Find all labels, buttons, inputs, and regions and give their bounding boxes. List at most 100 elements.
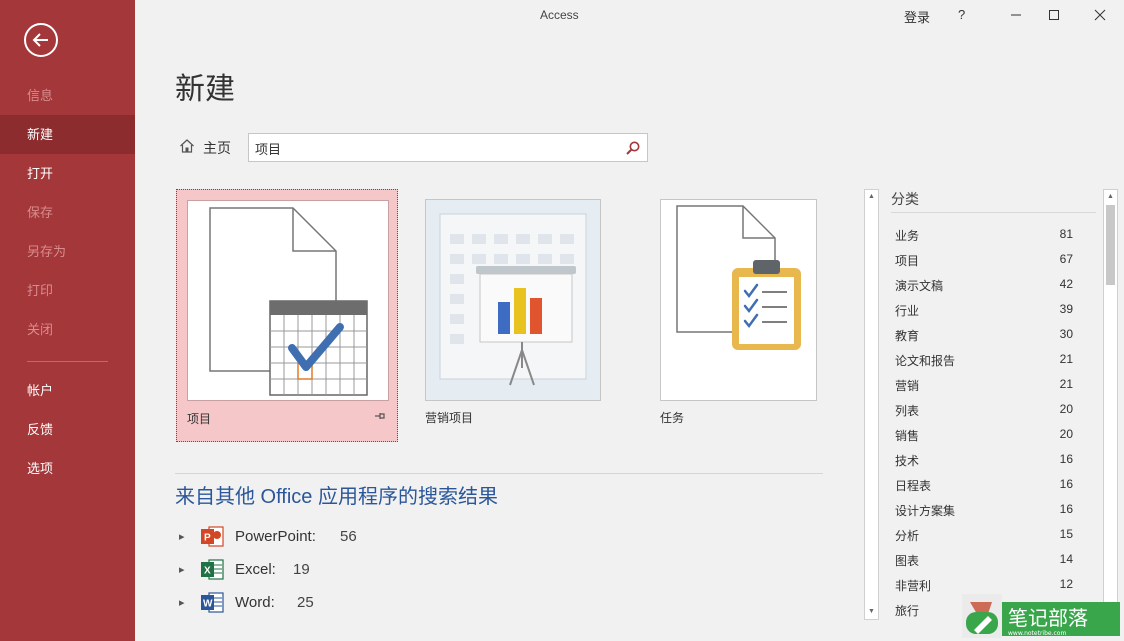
result-count: 25 xyxy=(297,594,314,611)
nav-close[interactable]: 关闭 xyxy=(0,310,135,349)
chevron-right-icon[interactable]: ▸ xyxy=(179,530,185,543)
category-count: 21 xyxy=(1059,352,1073,366)
nav-account[interactable]: 帐户 xyxy=(0,371,135,410)
calendar-document-icon xyxy=(209,207,368,396)
category-name: 日程表 xyxy=(895,479,932,493)
category-count: 16 xyxy=(1059,452,1073,466)
section-divider xyxy=(175,473,823,474)
category-item[interactable]: 图表 14 xyxy=(895,550,1073,570)
template-label: 任务 xyxy=(660,411,685,425)
nav-open[interactable]: 打开 xyxy=(0,154,135,193)
category-item[interactable]: 教育 30 xyxy=(895,325,1073,345)
clipboard-document-icon xyxy=(676,205,801,350)
minimize-icon xyxy=(1011,14,1021,16)
category-count: 16 xyxy=(1059,477,1073,491)
nav-options[interactable]: 选项 xyxy=(0,449,135,488)
svg-text:P: P xyxy=(204,533,211,544)
category-name: 营销 xyxy=(895,379,920,393)
category-count: 15 xyxy=(1059,527,1073,541)
window-title: Access xyxy=(540,8,579,22)
nav-new[interactable]: 新建 xyxy=(0,115,135,154)
scroll-down-arrow[interactable]: ▼ xyxy=(868,608,875,616)
category-item[interactable]: 技术 16 xyxy=(895,450,1073,470)
template-label: 项目 xyxy=(187,412,212,426)
nav-save[interactable]: 保存 xyxy=(0,193,135,232)
template-label: 营销项目 xyxy=(425,411,474,425)
other-apps-heading: 来自其他 Office 应用程序的搜索结果 xyxy=(175,486,498,508)
category-item[interactable]: 演示文稿 42 xyxy=(895,275,1073,295)
chevron-right-icon[interactable]: ▸ xyxy=(179,596,185,609)
category-name: 业务 xyxy=(895,229,920,243)
category-scrollbar[interactable]: ▲ xyxy=(1103,189,1118,620)
content-scrollbar[interactable]: ▲ ▼ xyxy=(864,189,879,620)
template-tile-marketing-project[interactable]: 营销项目 xyxy=(425,199,601,425)
category-divider xyxy=(891,212,1096,213)
scrollbar-thumb[interactable] xyxy=(1106,205,1115,285)
nav-info[interactable]: 信息 xyxy=(0,76,135,115)
category-count: 20 xyxy=(1059,402,1073,416)
result-powerpoint[interactable]: ▸ P PowerPoint: 56 xyxy=(175,524,395,550)
minimize-button[interactable] xyxy=(1004,4,1028,26)
template-thumbnail xyxy=(425,199,601,401)
close-button[interactable] xyxy=(1088,4,1112,26)
arrow-left-icon xyxy=(32,33,48,47)
category-item[interactable]: 项目 67 xyxy=(895,250,1073,270)
nav-print[interactable]: 打印 xyxy=(0,271,135,310)
result-count: 56 xyxy=(340,528,357,545)
category-count: 14 xyxy=(1059,552,1073,566)
word-icon: W xyxy=(201,592,224,613)
maximize-button[interactable] xyxy=(1042,4,1066,26)
powerpoint-icon: P xyxy=(201,526,224,547)
category-count: 21 xyxy=(1059,377,1073,391)
result-excel[interactable]: ▸ X Excel: 19 xyxy=(175,557,395,583)
result-word[interactable]: ▸ W Word: 25 xyxy=(175,590,395,616)
category-name: 旅行 xyxy=(895,604,920,618)
category-count: 39 xyxy=(1059,302,1073,316)
template-search-input[interactable] xyxy=(255,138,615,158)
category-name: 非营利 xyxy=(895,579,932,593)
category-name: 项目 xyxy=(895,254,920,268)
category-item[interactable]: 销售 20 xyxy=(895,425,1073,445)
svg-text:X: X xyxy=(204,566,211,577)
scroll-up-arrow[interactable]: ▲ xyxy=(1107,193,1114,201)
category-name: 技术 xyxy=(895,454,920,468)
nav-feedback[interactable]: 反馈 xyxy=(0,410,135,449)
result-count: 19 xyxy=(293,561,310,578)
category-item[interactable]: 日程表 16 xyxy=(895,475,1073,495)
signin-link[interactable]: 登录 xyxy=(904,7,930,26)
search-icon[interactable] xyxy=(625,140,641,156)
presentation-chart-icon xyxy=(439,213,587,386)
template-search-box xyxy=(248,133,648,162)
category-item[interactable]: 分析 15 xyxy=(895,525,1073,545)
category-item[interactable]: 业务 81 xyxy=(895,225,1073,245)
chevron-right-icon[interactable]: ▸ xyxy=(179,563,185,576)
category-item[interactable]: 设计方案集 16 xyxy=(895,500,1073,520)
template-tile-tasks[interactable]: 任务 xyxy=(660,199,817,425)
category-name: 行业 xyxy=(895,304,920,318)
category-name: 图表 xyxy=(895,554,920,568)
close-icon xyxy=(1094,9,1106,21)
category-item[interactable]: 论文和报告 21 xyxy=(895,350,1073,370)
back-button[interactable] xyxy=(24,23,58,57)
watermark-text: 笔记部落 xyxy=(1008,606,1088,630)
category-name: 论文和报告 xyxy=(895,354,956,368)
category-item[interactable]: 行业 39 xyxy=(895,300,1073,320)
category-name: 销售 xyxy=(895,429,920,443)
scroll-up-arrow[interactable]: ▲ xyxy=(868,193,875,201)
category-header: 分类 xyxy=(891,191,919,207)
pin-icon[interactable] xyxy=(374,411,386,421)
result-app-name: PowerPoint: xyxy=(235,528,316,545)
nav-save-as[interactable]: 另存为 xyxy=(0,232,135,271)
home-icon xyxy=(180,139,194,153)
category-item[interactable]: 营销 21 xyxy=(895,375,1073,395)
category-count: 20 xyxy=(1059,427,1073,441)
svg-text:W: W xyxy=(203,599,213,610)
category-count: 67 xyxy=(1059,252,1073,266)
result-app-name: Word: xyxy=(235,594,275,611)
category-count: 81 xyxy=(1059,227,1073,241)
category-item[interactable]: 列表 20 xyxy=(895,400,1073,420)
category-count: 42 xyxy=(1059,277,1073,291)
category-count: 30 xyxy=(1059,327,1073,341)
template-tile-project[interactable]: 项目 xyxy=(176,189,398,442)
help-button[interactable]: ? xyxy=(958,7,965,22)
